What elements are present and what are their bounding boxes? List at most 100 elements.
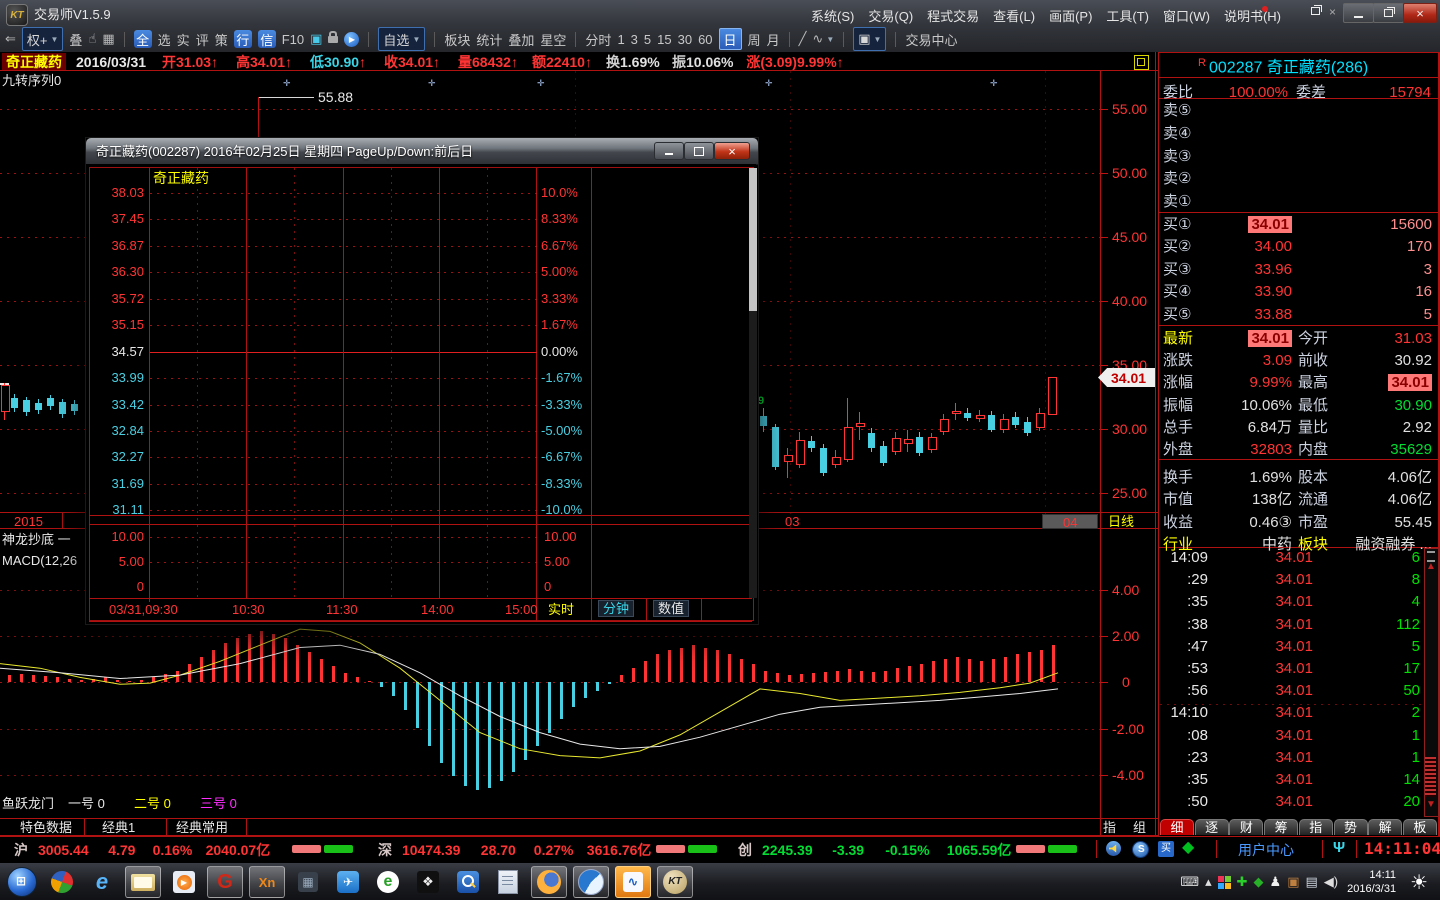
info-button[interactable]: 信 — [258, 29, 276, 49]
image-viewer-icon[interactable]: Xn — [249, 866, 285, 898]
period-1[interactable]: 1 — [617, 29, 624, 49]
diamond-icon[interactable]: ◆ — [1182, 840, 1194, 856]
rights-dropdown[interactable]: 权+▼ — [22, 27, 64, 51]
starmap-button[interactable]: 星空 — [540, 29, 566, 49]
scroll-thumb[interactable] — [1425, 757, 1436, 797]
period-3[interactable]: 3 — [631, 29, 638, 49]
quotes-button[interactable]: 行 — [234, 29, 252, 49]
overlay-button[interactable]: 叠 — [69, 29, 82, 49]
media-player-icon[interactable]: ▶ — [167, 867, 201, 897]
period-15[interactable]: 15 — [657, 29, 671, 49]
messenger-icon[interactable]: ✈ — [331, 867, 365, 897]
video-converter-icon[interactable]: ▦ — [291, 867, 325, 897]
contacts-icon[interactable]: ▣ — [1287, 874, 1299, 890]
alert-bell-icon[interactable] — [1106, 841, 1121, 856]
quote-tab-财[interactable]: 财 — [1229, 819, 1263, 835]
hand-icon[interactable]: ☝ — [88, 29, 96, 49]
trade-center-button[interactable]: 交易中心 — [905, 29, 957, 49]
popup-titlebar[interactable]: 奇正藏药(002287) 2016年02月25日 星期四 PageUp/Down… — [86, 138, 758, 165]
mini-label-group[interactable]: 组 — [1133, 821, 1146, 834]
minimize-button[interactable] — [1343, 3, 1374, 23]
mini-label-indicator[interactable]: 指 — [1103, 821, 1116, 834]
menu-5[interactable]: 工具(T) — [1099, 6, 1156, 25]
draw-curve-icon[interactable]: ∿▼ — [812, 29, 834, 49]
qq-icon[interactable]: ♟ — [1270, 874, 1282, 890]
all-button[interactable]: 全 — [134, 29, 152, 49]
mdi-restore-icon[interactable] — [1311, 7, 1320, 18]
keyboard-icon[interactable]: ⌨ — [1180, 874, 1199, 890]
quote-tab-指[interactable]: 指 — [1299, 819, 1333, 835]
strategy-button[interactable]: 策 — [215, 29, 228, 49]
popup-close-button[interactable]: × — [714, 142, 750, 160]
lock-icon[interactable] — [328, 29, 338, 49]
select-button[interactable]: 选 — [158, 29, 171, 49]
quote-tab-板[interactable]: 板 — [1403, 819, 1437, 835]
money-icon[interactable]: S — [1132, 841, 1149, 858]
weather-icon[interactable]: ☀ — [1410, 870, 1428, 895]
shield-icon[interactable]: ◆ — [1254, 874, 1264, 890]
buy-icon[interactable]: 买 — [1158, 841, 1174, 857]
trading-app-icon[interactable]: ∿ — [615, 866, 651, 898]
left-tab-1[interactable]: 经典1 — [102, 821, 135, 834]
stats-button[interactable]: 统计 — [476, 29, 502, 49]
sector-button[interactable]: 板块 — [444, 29, 470, 49]
foobar-icon[interactable]: ❖ — [411, 867, 445, 897]
period-minute[interactable]: 分时 — [585, 29, 611, 49]
firefox-icon[interactable] — [531, 866, 567, 898]
popup-tab-实时[interactable]: 实时 — [544, 602, 578, 617]
f10-button[interactable]: F10 — [282, 29, 304, 49]
safety-icon[interactable]: ✚ — [1237, 874, 1248, 890]
back-icon[interactable]: ⇐ — [5, 29, 16, 49]
user-center-link[interactable]: 用户中心 — [1238, 843, 1294, 857]
menu-4[interactable]: 画面(P) — [1042, 6, 1099, 25]
file-explorer-icon[interactable] — [125, 866, 161, 898]
watchlist-dropdown[interactable]: 自选▼ — [378, 27, 425, 51]
network-icon[interactable]: ▤ — [1306, 874, 1318, 890]
scroll-up-icon[interactable]: ▲ — [1426, 562, 1436, 572]
pane-maximize-icon[interactable] — [1134, 55, 1149, 70]
period-month[interactable]: 月 — [767, 29, 780, 49]
ie-browser-icon[interactable]: e — [85, 867, 119, 897]
period-day[interactable]: 日 — [719, 28, 742, 50]
menu-7[interactable]: 说明书(H) — [1217, 6, 1288, 25]
menu-2[interactable]: 程式交易 — [920, 6, 986, 25]
ruler-icon[interactable]: ▦ — [102, 29, 114, 49]
period-30[interactable]: 30 — [678, 29, 692, 49]
period-60[interactable]: 60 — [698, 29, 712, 49]
popup-maximize-button[interactable] — [684, 142, 714, 160]
quote-tab-逐[interactable]: 逐 — [1195, 819, 1229, 835]
menu-6[interactable]: 窗口(W) — [1156, 6, 1217, 25]
realtime-button[interactable]: 实 — [177, 29, 190, 49]
quote-tab-细[interactable]: 细 — [1160, 819, 1194, 835]
layout-dropdown[interactable]: ▣▼ — [853, 27, 886, 51]
period-5[interactable]: 5 — [644, 29, 651, 49]
search-tool-icon[interactable] — [451, 867, 485, 897]
layers-icon[interactable]: ▣ — [310, 29, 322, 49]
menu-3[interactable]: 查看(L) — [986, 6, 1042, 25]
quote-tab-解[interactable]: 解 — [1368, 819, 1402, 835]
popup-tab-分钟[interactable]: 分钟 — [598, 600, 634, 617]
volume-icon[interactable]: ◀) — [1324, 874, 1338, 890]
popup-minimize-button[interactable] — [654, 142, 684, 160]
popup-scroll-thumb[interactable] — [749, 168, 757, 311]
timeline-month-04[interactable]: 04 — [1042, 514, 1098, 529]
play-icon[interactable]: ▶ — [344, 29, 359, 49]
menu-1[interactable]: 交易(Q) — [861, 6, 920, 25]
stack-button[interactable]: 叠加 — [508, 29, 534, 49]
browser-swirl-icon[interactable] — [573, 866, 609, 898]
scroll-down-icon[interactable]: ▼ — [1426, 800, 1436, 810]
minute-chart-window[interactable]: 奇正藏药(002287) 2016年02月25日 星期四 PageUp/Down… — [85, 137, 759, 625]
start-button[interactable]: ⊞ — [5, 867, 39, 897]
pinwheel-app-icon[interactable] — [45, 867, 79, 897]
quote-tab-筹[interactable]: 筹 — [1264, 819, 1298, 835]
gom-player-icon[interactable]: G — [207, 866, 243, 898]
windows-flag-icon[interactable] — [1218, 876, 1231, 889]
green-browser-icon[interactable]: e — [371, 867, 405, 897]
review-button[interactable]: 评 — [196, 29, 209, 49]
left-tab-2[interactable]: 经典常用 — [176, 821, 228, 834]
mdi-close-icon[interactable]: × — [1329, 6, 1336, 18]
popup-chart[interactable]: 38.0310.0%37.458.33%36.876.67%36.305.00%… — [86, 164, 756, 623]
close-button[interactable]: × — [1403, 3, 1437, 23]
popup-tab-数值[interactable]: 数值 — [653, 600, 689, 617]
notepad-icon[interactable] — [491, 867, 525, 897]
